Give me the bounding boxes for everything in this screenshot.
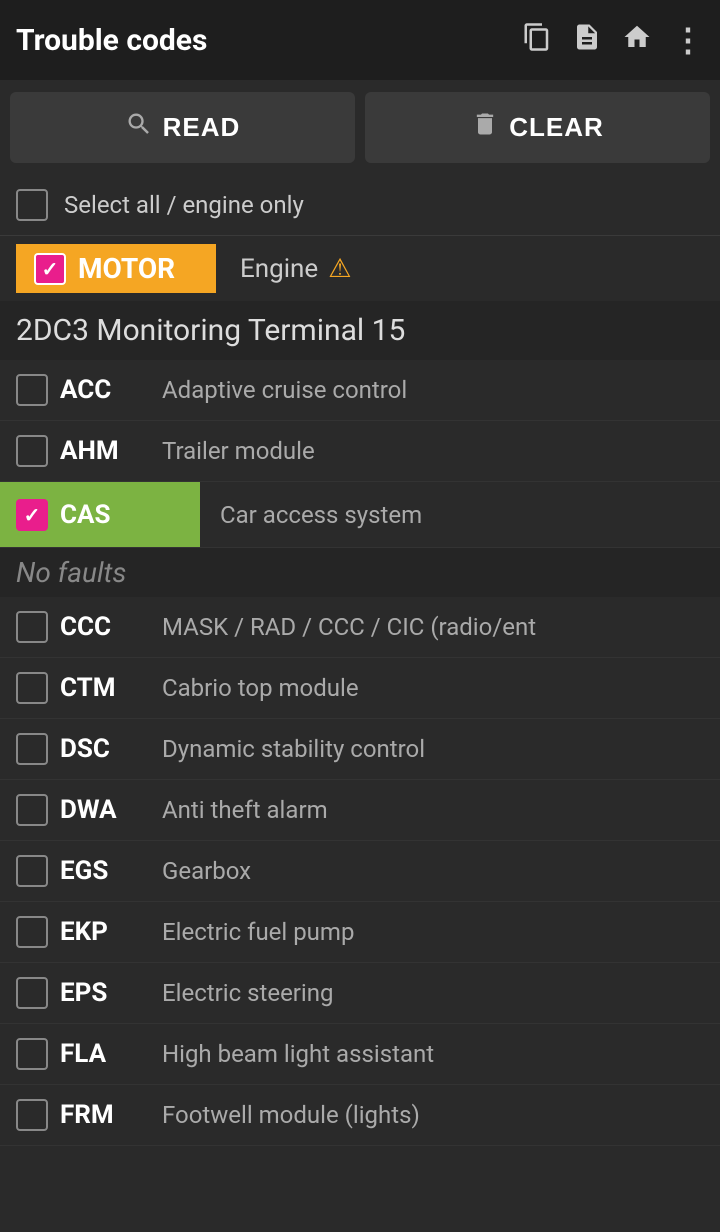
frm-checkbox[interactable] (16, 1099, 48, 1131)
ctm-description: Cabrio top module (146, 674, 704, 702)
ccc-code: CCC (60, 612, 111, 642)
dsc-item[interactable]: DSC (16, 733, 146, 765)
ahm-code: AHM (60, 436, 119, 466)
delete-icon (471, 110, 499, 145)
ekp-code: EKP (60, 917, 108, 947)
ahm-description: Trailer module (146, 437, 704, 465)
frm-code: FRM (60, 1100, 114, 1130)
page-title: Trouble codes (16, 23, 522, 58)
list-item: FLA High beam light assistant (0, 1024, 720, 1085)
eps-description: Electric steering (146, 979, 704, 1007)
fla-item[interactable]: FLA (16, 1038, 146, 1070)
list-item: DSC Dynamic stability control (0, 719, 720, 780)
motor-label: MOTOR (78, 252, 175, 285)
list-item: CCC MASK / RAD / CCC / CIC (radio/ent (0, 597, 720, 658)
read-button[interactable]: READ (10, 92, 355, 163)
select-all-label: Select all / engine only (64, 191, 304, 219)
dwa-description: Anti theft alarm (146, 796, 704, 824)
ccc-checkbox[interactable] (16, 611, 48, 643)
ekp-item[interactable]: EKP (16, 916, 146, 948)
copy-icon[interactable] (522, 22, 552, 59)
motor-module-header: MOTOR Engine ⚠ (0, 236, 720, 301)
cas-checkbox[interactable] (16, 499, 48, 531)
app-header: Trouble codes ⋮ (0, 0, 720, 80)
egs-item[interactable]: EGS (16, 855, 146, 887)
eps-code: EPS (60, 978, 107, 1008)
cas-description: Car access system (200, 501, 422, 529)
dsc-code: DSC (60, 734, 110, 764)
fla-description: High beam light assistant (146, 1040, 704, 1068)
list-item: EGS Gearbox (0, 841, 720, 902)
select-all-checkbox[interactable] (16, 189, 48, 221)
acc-checkbox[interactable] (16, 374, 48, 406)
frm-item[interactable]: FRM (16, 1099, 146, 1131)
dwa-item[interactable]: DWA (16, 794, 146, 826)
file-icon[interactable] (572, 22, 602, 59)
egs-checkbox[interactable] (16, 855, 48, 887)
acc-description: Adaptive cruise control (146, 376, 704, 404)
dsc-description: Dynamic stability control (146, 735, 704, 763)
ctm-code: CTM (60, 673, 116, 703)
dsc-checkbox[interactable] (16, 733, 48, 765)
list-item: EPS Electric steering (0, 963, 720, 1024)
no-faults-label: No faults (0, 548, 720, 597)
motor-badge[interactable]: MOTOR (16, 244, 216, 293)
header-actions: ⋮ (522, 21, 704, 59)
acc-code: ACC (60, 375, 111, 405)
ekp-checkbox[interactable] (16, 916, 48, 948)
section-title: 2DC3 Monitoring Terminal 15 (0, 301, 720, 360)
motor-desc-text: Engine (240, 254, 318, 284)
cas-row: CAS Car access system (0, 482, 720, 548)
cas-code: CAS (60, 500, 111, 530)
list-item: DWA Anti theft alarm (0, 780, 720, 841)
ctm-checkbox[interactable] (16, 672, 48, 704)
ahm-checkbox[interactable] (16, 435, 48, 467)
more-options-icon[interactable]: ⋮ (672, 21, 704, 59)
ccc-item[interactable]: CCC (16, 611, 146, 643)
list-item: FRM Footwell module (lights) (0, 1085, 720, 1146)
ccc-description: MASK / RAD / CCC / CIC (radio/ent (146, 613, 704, 641)
clear-label: CLEAR (509, 112, 604, 143)
search-icon (125, 110, 153, 145)
fla-checkbox[interactable] (16, 1038, 48, 1070)
clear-button[interactable]: CLEAR (365, 92, 710, 163)
list-item: ACC Adaptive cruise control (0, 360, 720, 421)
cas-badge[interactable]: CAS (0, 482, 200, 547)
home-icon[interactable] (622, 22, 652, 59)
egs-code: EGS (60, 856, 108, 886)
acc-item[interactable]: ACC (16, 374, 146, 406)
toolbar: READ CLEAR (0, 80, 720, 175)
warning-icon: ⚠ (328, 254, 351, 284)
dwa-checkbox[interactable] (16, 794, 48, 826)
ekp-description: Electric fuel pump (146, 918, 704, 946)
list-item: EKP Electric fuel pump (0, 902, 720, 963)
list-item: CTM Cabrio top module (0, 658, 720, 719)
select-all-row[interactable]: Select all / engine only (0, 175, 720, 236)
eps-checkbox[interactable] (16, 977, 48, 1009)
motor-checkbox[interactable] (34, 253, 66, 285)
egs-description: Gearbox (146, 857, 704, 885)
read-label: READ (163, 112, 241, 143)
list-item: AHM Trailer module (0, 421, 720, 482)
motor-description: Engine ⚠ (216, 254, 352, 284)
ctm-item[interactable]: CTM (16, 672, 146, 704)
fla-code: FLA (60, 1039, 106, 1069)
ahm-item[interactable]: AHM (16, 435, 146, 467)
eps-item[interactable]: EPS (16, 977, 146, 1009)
frm-description: Footwell module (lights) (146, 1101, 704, 1129)
dwa-code: DWA (60, 795, 117, 825)
